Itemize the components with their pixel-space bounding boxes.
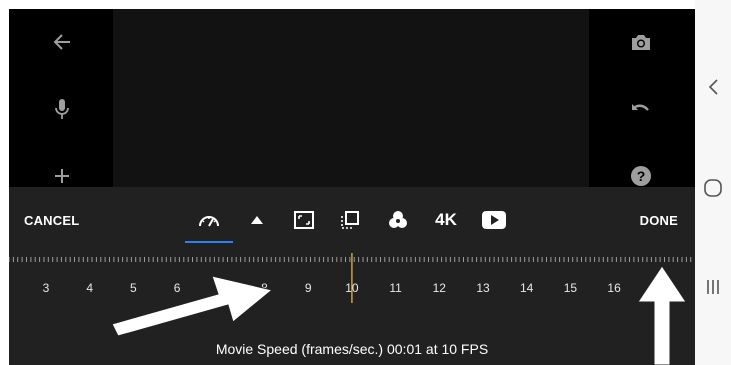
ruler-label: 6 [173, 281, 181, 295]
color-filter-icon[interactable] [385, 209, 411, 231]
ruler-label: 7 [217, 281, 225, 295]
ruler-label: 10 [345, 281, 359, 295]
ruler-label: 13 [476, 281, 490, 295]
ruler-label: 4 [86, 281, 94, 295]
system-navigation-bar [695, 0, 731, 365]
app-screen: ? CANCEL DONE 4K 3 4 5 6 7 8 9 10 11 12 13 14 15 16 17 [9, 9, 695, 365]
speed-ruler-slider[interactable] [9, 247, 695, 307]
recent-apps-icon[interactable] [695, 278, 731, 296]
triangle-up-icon[interactable] [245, 209, 269, 231]
cancel-button[interactable]: CANCEL [24, 213, 79, 228]
done-button[interactable]: DONE [640, 213, 678, 228]
aspect-ratio-icon[interactable] [291, 209, 317, 231]
home-circle-icon[interactable] [695, 178, 731, 198]
microphone-icon[interactable] [47, 94, 77, 124]
ruler-label: 14 [520, 281, 534, 295]
ruler-label: 3 [42, 281, 50, 295]
speedometer-icon[interactable] [195, 209, 223, 231]
speed-caption: Movie Speed (frames/sec.) 00:01 at 10 FP… [215, 341, 489, 357]
speed-panel: CANCEL DONE 4K 3 4 5 6 7 8 9 10 11 12 13 14 15 16 17 M… [9, 187, 695, 365]
svg-text:?: ? [637, 168, 646, 184]
ruler-label: 11 [389, 281, 402, 295]
ruler-label: 8 [261, 281, 268, 295]
youtube-play-icon[interactable] [481, 209, 507, 231]
back-arrow-icon[interactable] [47, 27, 77, 57]
active-tab-indicator [185, 241, 233, 243]
chevron-left-icon[interactable] [695, 78, 731, 96]
ruler-label: 17 [651, 281, 665, 295]
ruler-label: 9 [304, 281, 312, 295]
ruler-label: 12 [432, 281, 446, 295]
resolution-4k-label[interactable]: 4K [431, 209, 461, 231]
camera-icon[interactable] [626, 27, 656, 57]
ruler-label: 5 [130, 281, 137, 295]
ruler-ticks [9, 253, 692, 303]
undo-icon[interactable] [626, 94, 656, 124]
layers-icon[interactable] [337, 209, 363, 231]
ruler-label: 15 [563, 281, 578, 295]
video-preview [113, 9, 589, 187]
ruler-label: 16 [607, 281, 621, 295]
